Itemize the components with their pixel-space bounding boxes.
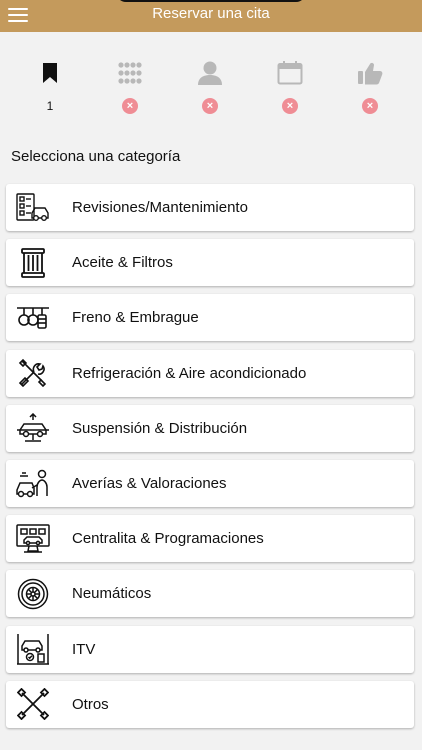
device-notch — [116, 0, 306, 2]
user-icon — [195, 58, 225, 88]
category-label: Refrigeración & Aire acondicionado — [72, 364, 307, 382]
category-label: Freno & Embrague — [72, 309, 199, 327]
step-number: 1 — [46, 99, 54, 113]
category-item[interactable]: Suspensión & Distribución — [6, 404, 414, 452]
thumbs-up-icon — [355, 58, 385, 88]
category-list: Revisiones/Mantenimiento Aceite & Filtro… — [6, 184, 414, 736]
step-user[interactable]: × — [185, 58, 235, 118]
checklist-car-icon — [16, 191, 50, 225]
booking-steps: 1 × × × × — [0, 58, 422, 118]
cross-wrench-icon — [16, 687, 50, 721]
section-title: Selecciona una categoría — [11, 148, 181, 165]
step-date[interactable]: × — [265, 58, 315, 118]
category-item[interactable]: Revisiones/Mantenimiento — [6, 184, 414, 231]
page-title: Reservar una cita — [152, 5, 270, 22]
category-label: Aceite & Filtros — [72, 254, 173, 272]
category-label: Suspensión & Distribución — [72, 419, 248, 437]
step-service[interactable]: × — [105, 58, 155, 118]
brake-icon — [16, 301, 50, 335]
category-label: Centralita & Programaciones — [72, 530, 264, 548]
category-item[interactable]: Freno & Embrague — [6, 294, 414, 342]
error-icon: × — [282, 98, 298, 114]
top-bar: Reservar una cita — [0, 0, 422, 32]
category-item[interactable]: Refrigeración & Aire acondicionado — [6, 349, 414, 397]
category-item[interactable]: Aceite & Filtros — [6, 239, 414, 287]
car-lift-icon — [16, 411, 50, 445]
error-icon: × — [122, 98, 138, 114]
calendar-icon — [275, 58, 305, 88]
category-label: Averías & Valoraciones — [72, 474, 227, 492]
grid-icon — [115, 58, 145, 88]
error-icon: × — [202, 98, 218, 114]
oil-filter-icon — [16, 246, 50, 280]
error-icon: × — [362, 98, 378, 114]
category-item[interactable]: ITV — [6, 625, 414, 673]
inspection-lift-icon — [16, 632, 50, 666]
bookmark-icon — [35, 58, 65, 88]
category-label: Neumáticos — [72, 585, 152, 603]
category-item[interactable]: Centralita & Programaciones — [6, 515, 414, 563]
category-label: ITV — [72, 640, 96, 658]
diagnostic-computer-icon — [16, 522, 50, 556]
category-label: Revisiones/Mantenimiento — [72, 199, 248, 216]
step-confirm[interactable]: × — [345, 58, 395, 118]
category-label: Otros — [72, 695, 109, 713]
category-item[interactable]: Otros — [6, 680, 414, 728]
step-category[interactable]: 1 — [25, 58, 75, 118]
tire-icon — [16, 577, 50, 611]
wrench-screwdriver-icon — [16, 356, 50, 390]
mechanic-car-icon — [16, 466, 50, 500]
category-item[interactable]: Neumáticos — [6, 570, 414, 618]
category-item[interactable]: Averías & Valoraciones — [6, 459, 414, 507]
